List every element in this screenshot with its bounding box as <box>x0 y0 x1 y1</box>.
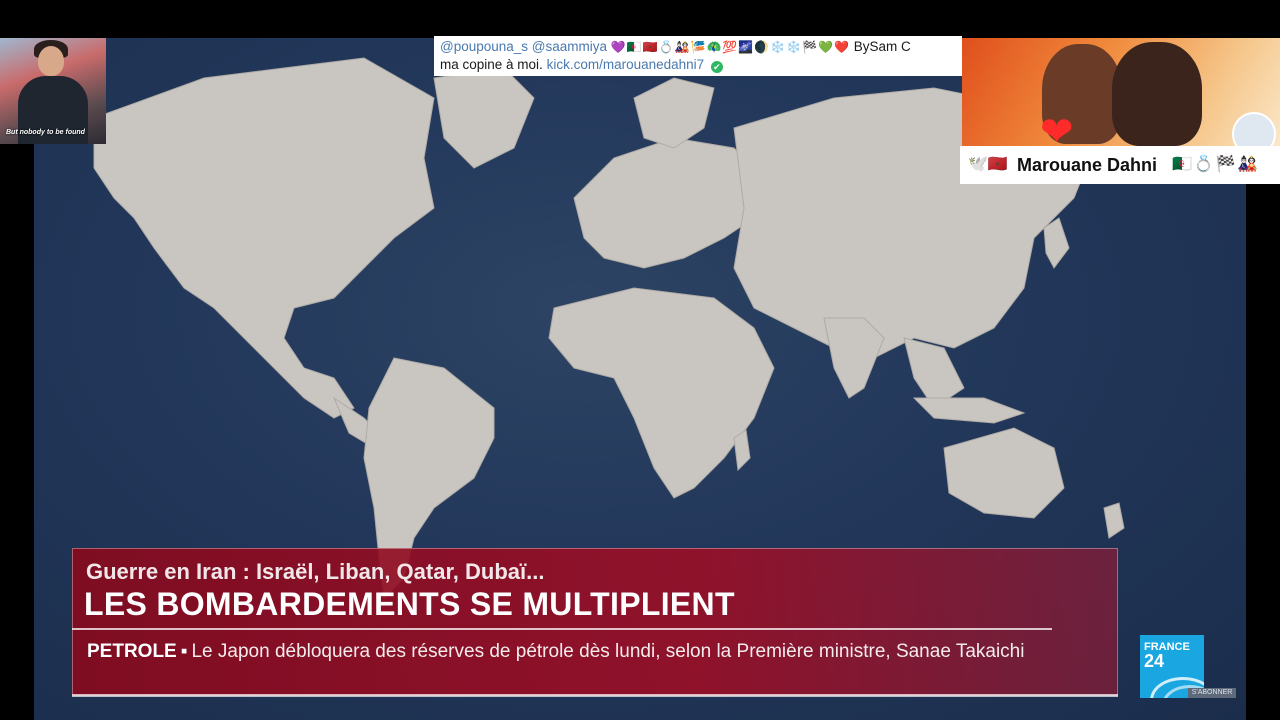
madagascar <box>733 429 751 472</box>
verified-icon: ✔ <box>710 61 723 73</box>
ticker-tag: PETROLE <box>87 641 177 662</box>
logo-line-2: 24 <box>1144 651 1165 671</box>
lower-third-title: LES BOMBARDEMENTS SE MULTIPLIENT <box>84 586 735 622</box>
avatar-badge <box>1232 112 1276 146</box>
chat-link[interactable]: kick.com/marouanedahni7 <box>547 57 705 72</box>
heart-icon: ❤ <box>1040 110 1074 146</box>
chat-user-1[interactable]: @poupouna_s <box>440 39 528 54</box>
chat-message: @poupouna_s @saammiya 💜🇩🇿🇲🇦💍🎎🎏🦚💯🌌🌒❄️❄️🏁💚… <box>434 36 962 76</box>
japan <box>1043 217 1070 269</box>
subscribe-button[interactable]: S'ABONNER <box>1188 688 1236 698</box>
lower-third-subtitle: Guerre en Iran : Israël, Liban, Qatar, D… <box>86 559 545 584</box>
streamer-webcam: But nobody to be found <box>0 38 106 144</box>
chat-text: ma copine à moi. <box>440 57 543 72</box>
europe <box>573 137 765 269</box>
ticker-text: Le Japon débloquera des réserves de pétr… <box>191 641 1025 662</box>
new-zealand <box>1103 502 1125 539</box>
ticker-bullet: ▪ <box>180 641 188 662</box>
overlay-person-2 <box>1112 42 1202 146</box>
name-suffix-emojis: 🇩🇿💍🏁🎎 <box>1172 156 1260 173</box>
north-america <box>93 57 435 419</box>
chat-line-1: @poupouna_s @saammiya 💜🇩🇿🇲🇦💍🎎🎏🦚💯🌌🌒❄️❄️🏁💚… <box>440 37 911 57</box>
chat-emojis: 💜🇩🇿🇲🇦💍🎎🎏🦚💯🌌🌒❄️❄️🏁💚❤️ <box>610 40 850 54</box>
chat-line-2: ma copine à moi. kick.com/marouanedahni7… <box>440 55 723 74</box>
webcam-face <box>38 46 64 76</box>
news-ticker: PETROLE ▪ Le Japon débloquera des réserves… <box>87 639 1047 665</box>
chat-by: BySam C <box>853 39 911 54</box>
scandinavia <box>633 77 715 149</box>
australia <box>943 427 1065 519</box>
india <box>823 317 885 399</box>
name-prefix-emojis: 🕊️🇲🇦 <box>968 156 1008 173</box>
streamer-name: Marouane Dahni <box>1017 155 1158 175</box>
streamer-name-bar: 🕊️🇲🇦 Marouane Dahni 🇩🇿💍🏁🎎 <box>960 146 1280 184</box>
lower-third-bottom-line <box>72 694 1118 697</box>
overlay-image: ❤ <box>962 38 1280 146</box>
lower-third-divider <box>72 628 1052 630</box>
webcam-caption: But nobody to be found <box>6 129 85 136</box>
greenland <box>433 67 535 169</box>
chat-user-2[interactable]: @saammiya <box>532 39 607 54</box>
indonesia <box>912 397 1026 424</box>
